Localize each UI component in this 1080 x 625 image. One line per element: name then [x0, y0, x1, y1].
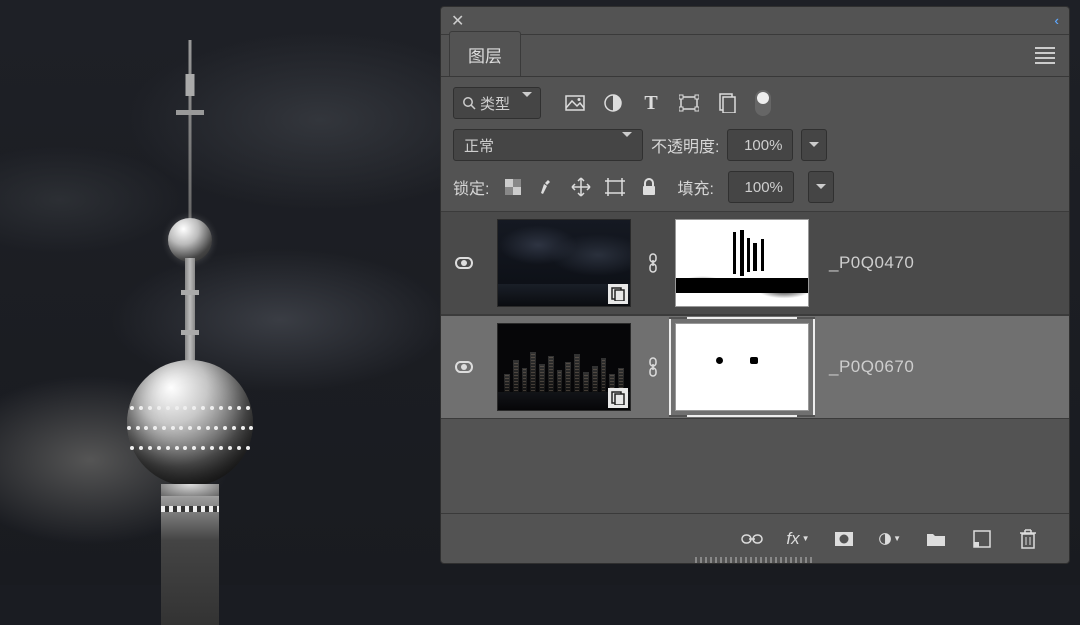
- adjustment-filter-icon[interactable]: [603, 93, 623, 113]
- filter-type-select[interactable]: 类型: [453, 87, 541, 119]
- filter-toggle[interactable]: [755, 90, 771, 116]
- new-adjustment-icon[interactable]: ▼: [879, 528, 901, 550]
- visibility-toggle[interactable]: [441, 361, 487, 373]
- lock-label: 锁定:: [453, 175, 489, 199]
- panel-menu-icon[interactable]: [1035, 47, 1055, 64]
- layer-row[interactable]: _P0Q0470: [441, 211, 1069, 315]
- add-mask-icon[interactable]: [833, 528, 855, 550]
- new-group-icon[interactable]: [925, 528, 947, 550]
- opacity-value: 100%: [744, 137, 782, 154]
- lock-artboard-icon[interactable]: [605, 177, 625, 197]
- lock-transparency-icon[interactable]: [503, 177, 523, 197]
- image-filter-icon[interactable]: [565, 93, 585, 113]
- opacity-dropdown-button[interactable]: [801, 129, 827, 161]
- chevron-down-icon: [522, 97, 532, 109]
- panel-bottom-bar: fx▼ ▼: [441, 513, 1069, 563]
- chevron-down-icon: [622, 137, 632, 154]
- eye-icon: [455, 257, 473, 269]
- link-layers-icon[interactable]: [741, 528, 763, 550]
- fill-dropdown-button[interactable]: [808, 171, 834, 203]
- mask-link-icon[interactable]: [641, 357, 665, 377]
- smart-filter-icon[interactable]: [717, 93, 737, 113]
- fill-input[interactable]: 100%: [728, 171, 794, 203]
- filter-row: 类型 T: [441, 77, 1069, 129]
- lock-row: 锁定: 填充: 100%: [441, 171, 1069, 211]
- lock-pixels-icon[interactable]: [537, 177, 557, 197]
- smart-object-badge-icon: [608, 388, 628, 408]
- delete-layer-icon[interactable]: [1017, 528, 1039, 550]
- resize-grip[interactable]: [695, 557, 815, 563]
- layers-panel: ✕ ‹‹ 图层 类型 T: [440, 6, 1070, 564]
- blend-mode-value: 正常: [464, 135, 494, 156]
- close-icon[interactable]: ✕: [451, 11, 464, 31]
- panel-titlebar: ✕ ‹‹: [441, 7, 1069, 35]
- layers-list: _P0Q0470: [441, 211, 1069, 513]
- layer-name[interactable]: _P0Q0670: [829, 357, 914, 377]
- tab-layers[interactable]: 图层: [449, 31, 521, 76]
- filter-label: 类型: [480, 93, 510, 114]
- search-icon: [462, 96, 476, 110]
- layer-mask-thumbnail[interactable]: [675, 323, 809, 411]
- tower-illustration: [125, 40, 255, 585]
- opacity-label: 不透明度:: [651, 133, 719, 157]
- layer-name[interactable]: _P0Q0470: [829, 253, 914, 273]
- blend-mode-select[interactable]: 正常: [453, 129, 643, 161]
- layer-mask-thumbnail[interactable]: [675, 219, 809, 307]
- smart-object-badge-icon: [608, 284, 628, 304]
- panel-tabs: 图层: [441, 35, 1069, 77]
- visibility-toggle[interactable]: [441, 257, 487, 269]
- shape-filter-icon[interactable]: [679, 93, 699, 113]
- lock-icons: [503, 177, 659, 197]
- blend-row: 正常 不透明度: 100%: [441, 129, 1069, 171]
- filter-kind-icons: T: [565, 93, 737, 113]
- type-filter-icon[interactable]: T: [641, 93, 661, 113]
- fill-label: 填充:: [677, 175, 713, 199]
- tab-label: 图层: [468, 47, 502, 66]
- layer-row[interactable]: _P0Q0670: [441, 315, 1069, 419]
- lock-position-icon[interactable]: [571, 177, 591, 197]
- fx-label: fx: [786, 529, 799, 549]
- lock-all-icon[interactable]: [639, 177, 659, 197]
- fx-icon[interactable]: fx▼: [787, 528, 809, 550]
- mask-link-icon[interactable]: [641, 253, 665, 273]
- fill-value: 100%: [745, 179, 783, 196]
- collapse-chevrons-icon[interactable]: ‹‹: [1054, 13, 1055, 28]
- opacity-input[interactable]: 100%: [727, 129, 793, 161]
- eye-icon: [455, 361, 473, 373]
- new-layer-icon[interactable]: [971, 528, 993, 550]
- layer-thumbnail[interactable]: [497, 219, 631, 307]
- layer-thumbnail[interactable]: [497, 323, 631, 411]
